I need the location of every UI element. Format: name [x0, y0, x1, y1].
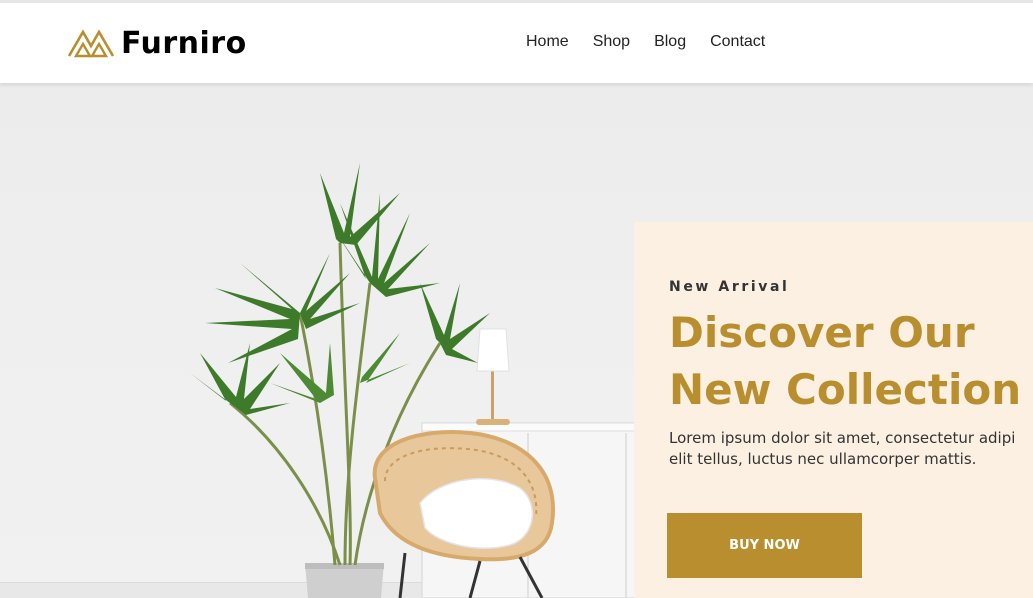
nav-contact-link[interactable]: Contact — [710, 33, 765, 51]
table-lamp — [476, 328, 510, 425]
brand-logo[interactable]: Furniro — [67, 25, 247, 61]
headline-line-2: New Collection — [669, 365, 1022, 414]
nav-home-link[interactable]: Home — [526, 33, 569, 51]
nav-blog-link[interactable]: Blog — [654, 33, 686, 51]
buy-now-button[interactable]: BUY NOW — [667, 513, 862, 578]
banner-headline: Discover Our New Collection — [669, 304, 1033, 418]
plant-pot — [305, 563, 384, 598]
headline-line-1: Discover Our — [669, 308, 975, 357]
description-line-1: Lorem ipsum dolor sit amet, consectetur … — [669, 429, 1016, 447]
promo-banner: New Arrival Discover Our New Collection … — [634, 222, 1033, 598]
new-arrival-label: New Arrival — [669, 279, 790, 295]
site-header: Furniro Home Shop Blog Contact — [0, 3, 1033, 83]
furniro-logo-icon — [67, 29, 115, 58]
nav-shop-link[interactable]: Shop — [593, 33, 630, 51]
brand-name: Furniro — [121, 25, 247, 61]
banner-description: Lorem ipsum dolor sit amet, consectetur … — [669, 428, 1033, 470]
main-nav: Home Shop Blog Contact — [526, 33, 789, 51]
description-line-2: elit tellus, luctus nec ullamcorper matt… — [669, 450, 977, 468]
